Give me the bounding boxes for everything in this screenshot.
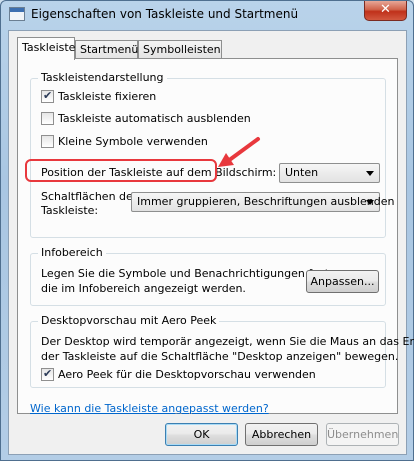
auto-hide-label: Taskleiste automatisch ausblenden [58,112,251,125]
tab-taskleiste[interactable]: Taskleiste [17,37,75,60]
position-value: Unten [285,166,319,179]
cancel-button[interactable]: Abbrechen [245,423,318,446]
chevron-down-icon [366,171,374,176]
position-select[interactable]: Unten [279,163,380,183]
small-icons-checkbox[interactable]: Kleine Symbole verwenden [41,135,208,148]
notification-group: Infobereich Legen Sie die Symbole und Be… [30,246,386,306]
fix-taskbar-checkbox[interactable]: Taskleiste fixieren [41,89,157,103]
aero-peek-text-line1: Der Desktop wird temporär angezeigt, wen… [41,335,414,348]
aero-peek-check-icon[interactable] [41,367,54,381]
apply-button[interactable]: Übernehmen [326,423,399,446]
auto-hide-checkbox[interactable]: Taskleiste automatisch ausblenden [41,112,251,125]
buttons-select[interactable]: Immer gruppieren, Beschriftungen ausblen… [131,192,394,212]
properties-dialog: Eigenschaften von Taskleiste und Startme… [0,0,414,461]
title-bar[interactable]: Eigenschaften von Taskleiste und Startme… [1,1,413,27]
buttons-label-line2: Taskleiste: [41,204,99,217]
aero-peek-checkbox[interactable]: Aero Peek für die Desktopvorschau verwen… [41,367,316,381]
close-icon: ✕ [380,2,391,17]
aero-peek-group: Desktopvorschau mit Aero Peek Der Deskto… [30,314,414,388]
fix-taskbar-label: Taskleiste fixieren [58,90,157,103]
appearance-group-title: Taskleistendarstellung [38,71,167,84]
small-icons-check-icon[interactable] [41,135,54,148]
small-icons-label: Kleine Symbole verwenden [58,135,208,148]
chevron-down-icon [366,200,374,205]
ok-button[interactable]: OK [165,423,238,446]
aero-peek-group-title: Desktopvorschau mit Aero Peek [38,314,220,327]
highlight-box [25,159,217,182]
appearance-group: Taskleistendarstellung Taskleiste fixier… [30,71,394,238]
aero-peek-label: Aero Peek für die Desktopvorschau verwen… [58,368,316,381]
window-title: Eigenschaften von Taskleiste und Startme… [31,7,299,21]
tab-symbolleisten[interactable]: Symbolleisten [138,40,222,59]
dialog-client: Taskleiste Startmenü Symbolleisten Taskl… [8,30,414,455]
window-icon [9,7,25,21]
buttons-label-line1: Schaltflächen der [41,190,138,203]
tab-startmenue[interactable]: Startmenü [75,40,138,59]
notification-text-line1: Legen Sie die Symbole und Benachrichtigu… [41,267,333,280]
notification-group-title: Infobereich [38,246,106,259]
fix-taskbar-check-icon[interactable] [41,89,54,103]
help-link[interactable]: Wie kann die Taskleiste angepasst werden… [30,402,269,415]
aero-peek-text-line2: der Taskleiste auf die Schaltfläche "Des… [41,350,399,363]
annotation-arrow-icon [218,137,260,167]
customize-button[interactable]: Anpassen... [306,270,379,293]
auto-hide-check-icon[interactable] [41,112,54,125]
buttons-value: Immer gruppieren, Beschriftungen ausblen… [137,195,395,208]
tab-panel-taskleiste: Taskleistendarstellung Taskleiste fixier… [17,58,414,415]
notification-text-line2: die im Infobereich angezeigt werden. [41,282,246,295]
close-button[interactable]: ✕ [364,1,407,21]
